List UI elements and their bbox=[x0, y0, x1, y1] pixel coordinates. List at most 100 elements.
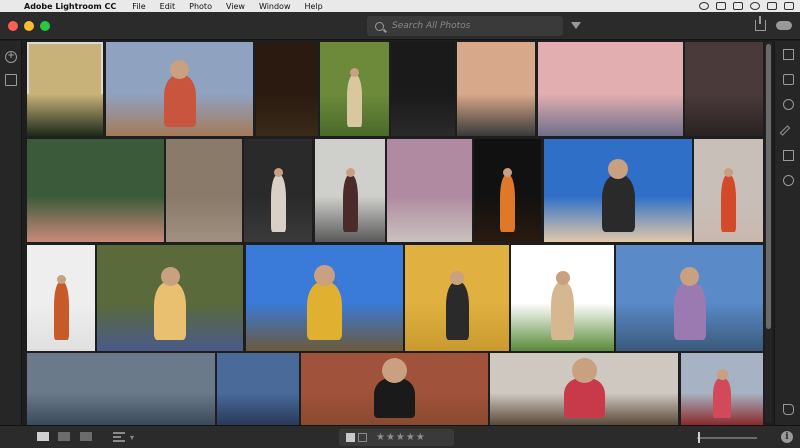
photo-thumbnail[interactable] bbox=[27, 42, 103, 136]
photo-thumbnail[interactable] bbox=[97, 245, 243, 351]
photo-thumbnail[interactable] bbox=[27, 245, 95, 351]
accessibility-icon[interactable] bbox=[750, 2, 760, 10]
photo-subject bbox=[54, 282, 69, 340]
wifi-icon[interactable] bbox=[767, 2, 777, 10]
photo-grid-view-button[interactable] bbox=[37, 432, 49, 441]
healing-icon[interactable] bbox=[783, 99, 794, 110]
photo-subject-head bbox=[724, 168, 733, 177]
photo-subject-head bbox=[274, 168, 283, 177]
display-icon[interactable] bbox=[733, 2, 743, 10]
photo-thumbnail[interactable] bbox=[315, 139, 385, 242]
photo-thumbnail[interactable] bbox=[256, 42, 318, 136]
tag-icon[interactable] bbox=[783, 404, 794, 415]
linear-gradient-icon[interactable] bbox=[783, 150, 794, 161]
photo-thumbnail[interactable] bbox=[490, 353, 678, 425]
photo-thumbnail[interactable] bbox=[320, 42, 389, 136]
chevron-down-icon[interactable]: ▾ bbox=[130, 433, 134, 442]
photo-thumbnail[interactable] bbox=[457, 42, 535, 136]
search-input[interactable]: Search All Photos bbox=[367, 16, 563, 36]
photo-thumbnail[interactable] bbox=[474, 139, 541, 242]
photo-subject-head bbox=[314, 265, 335, 286]
minimize-window-button[interactable] bbox=[24, 21, 34, 31]
photo-subject bbox=[307, 282, 342, 340]
scrollbar-thumb[interactable] bbox=[766, 44, 771, 329]
photo-subject bbox=[713, 378, 731, 418]
info-icon[interactable]: i bbox=[781, 431, 793, 443]
menu-view[interactable]: View bbox=[226, 2, 245, 11]
edit-icon[interactable] bbox=[783, 49, 794, 60]
photo-thumbnail[interactable] bbox=[511, 245, 614, 351]
photo-thumbnail[interactable] bbox=[694, 139, 763, 242]
photo-subject bbox=[564, 378, 605, 418]
photo-subject-head bbox=[161, 267, 180, 286]
photo-thumbnail[interactable] bbox=[405, 245, 509, 351]
photo-subject bbox=[551, 282, 574, 340]
photo-thumbnail[interactable] bbox=[681, 353, 763, 425]
spotlight-icon[interactable] bbox=[784, 2, 794, 10]
photo-ground bbox=[27, 196, 164, 242]
library-icon[interactable] bbox=[5, 74, 17, 86]
photo-ground bbox=[27, 393, 215, 425]
photo-thumbnail[interactable] bbox=[616, 245, 763, 351]
titlebar: Search All Photos bbox=[0, 12, 800, 40]
detail-view-button[interactable] bbox=[80, 432, 92, 441]
square-grid-view-button[interactable] bbox=[58, 432, 70, 441]
photo-thumbnail[interactable] bbox=[301, 353, 488, 425]
photo-subject bbox=[674, 282, 706, 340]
photo-subject-head bbox=[346, 168, 355, 177]
photo-subject bbox=[500, 175, 515, 232]
photo-thumbnail[interactable] bbox=[387, 139, 472, 242]
photo-thumbnail[interactable] bbox=[391, 42, 455, 136]
photo-ground bbox=[685, 94, 763, 136]
scrollbar[interactable] bbox=[765, 42, 772, 422]
thumbnail-size-slider-thumb[interactable] bbox=[698, 432, 700, 443]
photo-ground bbox=[457, 94, 535, 136]
pick-flag-icon[interactable] bbox=[346, 433, 355, 442]
photo-subject-head bbox=[556, 271, 570, 285]
menu-file[interactable]: File bbox=[132, 2, 145, 11]
app-menu[interactable]: Adobe Lightroom CC bbox=[24, 2, 116, 11]
filter-icon[interactable] bbox=[571, 22, 581, 29]
cloud-icon[interactable] bbox=[776, 21, 792, 30]
photo-thumbnail[interactable] bbox=[27, 353, 215, 425]
photo-thumbnail[interactable] bbox=[166, 139, 242, 242]
menu-photo[interactable]: Photo bbox=[189, 2, 212, 11]
close-window-button[interactable] bbox=[8, 21, 18, 31]
reject-flag-icon[interactable] bbox=[358, 433, 367, 442]
menu-edit[interactable]: Edit bbox=[160, 2, 176, 11]
photo-thumbnail[interactable] bbox=[106, 42, 253, 136]
photo-subject-head bbox=[717, 369, 728, 380]
photo-subject-head bbox=[503, 168, 512, 177]
menubar: Adobe Lightroom CC File Edit Photo View … bbox=[0, 0, 800, 12]
crop-icon[interactable] bbox=[783, 74, 794, 85]
radial-gradient-icon[interactable] bbox=[783, 175, 794, 186]
thumbnail-size-slider[interactable] bbox=[697, 437, 757, 439]
photo-thumbnail[interactable] bbox=[246, 245, 403, 351]
window-controls bbox=[8, 21, 50, 31]
photo-subject-head bbox=[572, 358, 597, 383]
sort-icon[interactable] bbox=[113, 432, 125, 442]
photo-thumbnail[interactable] bbox=[538, 42, 683, 136]
bottom-toolbar: ▾ ★★★★★ i bbox=[0, 425, 800, 448]
menu-help[interactable]: Help bbox=[305, 2, 323, 11]
menu-window[interactable]: Window bbox=[259, 2, 291, 11]
photo-thumbnail[interactable] bbox=[685, 42, 763, 136]
photo-thumbnail[interactable] bbox=[217, 353, 299, 425]
photo-thumbnail[interactable] bbox=[27, 139, 164, 242]
sync-icon[interactable] bbox=[716, 2, 726, 10]
flag-rating-bar: ★★★★★ bbox=[339, 429, 454, 446]
photo-grid bbox=[25, 41, 765, 425]
brush-icon[interactable] bbox=[779, 125, 791, 136]
creative-cloud-icon[interactable] bbox=[699, 2, 709, 10]
photo-thumbnail[interactable] bbox=[544, 139, 692, 242]
photo-ground bbox=[27, 94, 103, 136]
right-panel bbox=[774, 41, 800, 425]
photo-subject bbox=[446, 282, 469, 340]
add-photos-icon[interactable]: + bbox=[5, 51, 17, 63]
zoom-window-button[interactable] bbox=[40, 21, 50, 31]
photo-ground bbox=[166, 196, 242, 242]
star-rating[interactable]: ★★★★★ bbox=[376, 432, 426, 443]
search-icon bbox=[375, 21, 384, 31]
photo-thumbnail[interactable] bbox=[244, 139, 312, 242]
share-icon[interactable] bbox=[755, 16, 766, 31]
